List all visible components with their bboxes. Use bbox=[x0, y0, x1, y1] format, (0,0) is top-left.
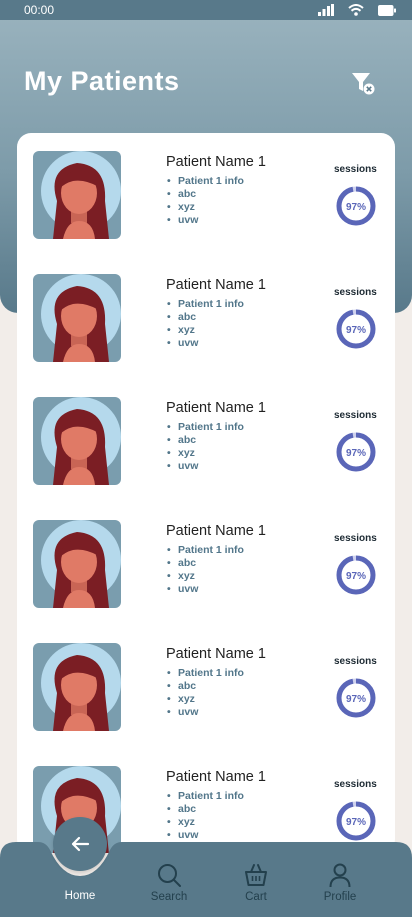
patient-info-item: abc bbox=[167, 311, 244, 324]
home-button[interactable] bbox=[53, 817, 107, 871]
sessions-progress-ring: 97% bbox=[336, 186, 376, 226]
patient-info-item: uvw bbox=[167, 706, 244, 719]
sessions-progress-text: 97% bbox=[346, 448, 366, 459]
patient-info-item: abc bbox=[167, 803, 244, 816]
patient-info-list: Patient 1 info abc xyz uvw bbox=[167, 175, 244, 227]
patient-avatar bbox=[33, 151, 121, 239]
nav-cart-label: Cart bbox=[245, 891, 267, 903]
patient-info-item: Patient 1 info bbox=[167, 298, 244, 311]
patient-info-item: uvw bbox=[167, 337, 244, 350]
basket-icon bbox=[245, 864, 267, 886]
patient-info-item: xyz bbox=[167, 693, 244, 706]
filter-clear-button[interactable] bbox=[350, 70, 376, 96]
patient-info-list: Patient 1 info abc xyz uvw bbox=[167, 544, 244, 596]
nav-profile-label: Profile bbox=[323, 891, 357, 903]
patient-row[interactable]: Patient Name 1 Patient 1 info abc xyz uv… bbox=[17, 133, 395, 256]
patient-name: Patient Name 1 bbox=[166, 154, 266, 170]
patient-info-list: Patient 1 info abc xyz uvw bbox=[167, 667, 244, 719]
patient-avatar bbox=[33, 643, 121, 731]
sessions-label: sessions bbox=[334, 533, 377, 544]
patient-info-item: abc bbox=[167, 188, 244, 201]
sessions-label: sessions bbox=[334, 287, 377, 298]
patient-info-item: uvw bbox=[167, 829, 244, 842]
sessions-label: sessions bbox=[334, 164, 377, 175]
patient-name: Patient Name 1 bbox=[166, 277, 266, 293]
sessions-progress-text: 97% bbox=[346, 694, 366, 705]
status-icons bbox=[318, 4, 396, 16]
patient-info-item: uvw bbox=[167, 460, 244, 473]
sessions-progress-ring: 97% bbox=[336, 678, 376, 718]
page-title: My Patients bbox=[24, 66, 180, 96]
patient-name: Patient Name 1 bbox=[166, 769, 266, 785]
patient-row[interactable]: Patient Name 1 Patient 1 info abc xyz uv… bbox=[17, 625, 395, 748]
patient-info-item: xyz bbox=[167, 324, 244, 337]
patient-info-item: xyz bbox=[167, 816, 244, 829]
sessions-progress-text: 97% bbox=[346, 571, 366, 582]
sessions-label: sessions bbox=[334, 410, 377, 421]
nav-search-label: Search bbox=[150, 891, 188, 903]
patient-info-item: abc bbox=[167, 557, 244, 570]
user-icon bbox=[329, 863, 351, 888]
search-icon bbox=[158, 864, 181, 887]
patient-info-list: Patient 1 info abc xyz uvw bbox=[167, 790, 244, 842]
patient-row[interactable]: Patient Name 1 Patient 1 info abc xyz uv… bbox=[17, 502, 395, 625]
patient-avatar bbox=[33, 520, 121, 608]
sessions-progress-ring: 97% bbox=[336, 309, 376, 349]
nav-cart[interactable]: Cart bbox=[231, 842, 281, 917]
patient-info-item: uvw bbox=[167, 214, 244, 227]
patient-info-item: Patient 1 info bbox=[167, 790, 244, 803]
patient-row[interactable]: Patient Name 1 Patient 1 info abc xyz uv… bbox=[17, 256, 395, 379]
signal-icon bbox=[318, 4, 334, 16]
nav-profile[interactable]: Profile bbox=[315, 842, 365, 917]
patient-row[interactable]: Patient Name 1 Patient 1 info abc xyz uv… bbox=[17, 379, 395, 502]
nav-home-label[interactable]: Home bbox=[40, 890, 120, 902]
sessions-progress-ring: 97% bbox=[336, 555, 376, 595]
status-time: 00:00 bbox=[24, 3, 55, 17]
patient-list: Patient Name 1 Patient 1 info abc xyz uv… bbox=[17, 133, 395, 853]
patient-info-item: Patient 1 info bbox=[167, 544, 244, 557]
filter-clear-icon bbox=[352, 73, 375, 95]
patient-info-item: abc bbox=[167, 680, 244, 693]
patient-info-item: abc bbox=[167, 434, 244, 447]
status-bar: 00:00 bbox=[0, 0, 412, 20]
patient-avatar bbox=[33, 274, 121, 362]
patient-info-item: Patient 1 info bbox=[167, 175, 244, 188]
sessions-label: sessions bbox=[334, 656, 377, 667]
nav-search[interactable]: Search bbox=[144, 842, 194, 917]
sessions-progress-text: 97% bbox=[346, 325, 366, 336]
patient-info-item: xyz bbox=[167, 201, 244, 214]
patient-info-item: uvw bbox=[167, 583, 244, 596]
sessions-progress-ring: 97% bbox=[336, 432, 376, 472]
sessions-progress-ring: 97% bbox=[336, 801, 376, 841]
sessions-label: sessions bbox=[334, 779, 377, 790]
patient-name: Patient Name 1 bbox=[166, 523, 266, 539]
sessions-progress-text: 97% bbox=[346, 202, 366, 213]
patient-info-item: Patient 1 info bbox=[167, 667, 244, 680]
patient-avatar bbox=[33, 397, 121, 485]
patient-info-item: xyz bbox=[167, 570, 244, 583]
patient-info-list: Patient 1 info abc xyz uvw bbox=[167, 421, 244, 473]
patient-info-list: Patient 1 info abc xyz uvw bbox=[167, 298, 244, 350]
patient-name: Patient Name 1 bbox=[166, 646, 266, 662]
wifi-icon bbox=[348, 4, 364, 16]
patient-name: Patient Name 1 bbox=[166, 400, 266, 416]
sessions-progress-text: 97% bbox=[346, 817, 366, 828]
patient-info-item: Patient 1 info bbox=[167, 421, 244, 434]
arrow-left-icon bbox=[71, 836, 90, 852]
patient-info-item: xyz bbox=[167, 447, 244, 460]
battery-icon bbox=[378, 4, 396, 16]
